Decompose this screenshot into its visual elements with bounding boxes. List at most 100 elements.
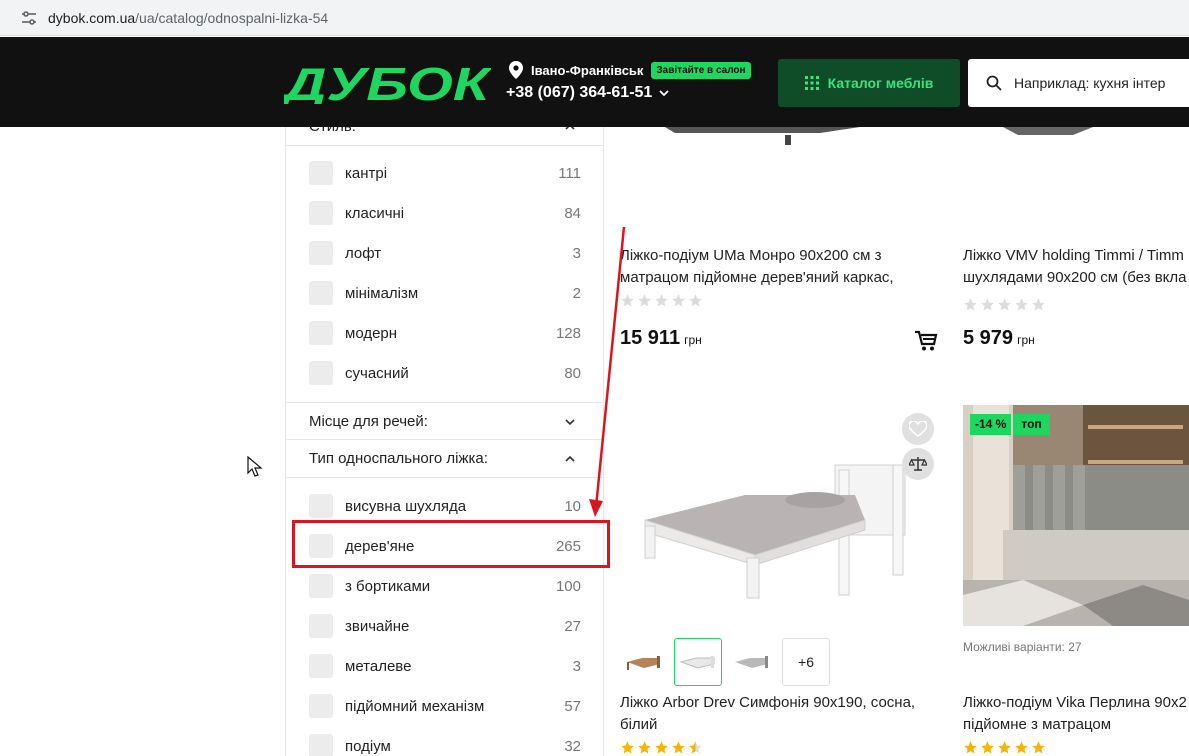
star-empty-icon bbox=[1032, 298, 1045, 311]
star-full-icon bbox=[621, 741, 634, 754]
checkbox[interactable] bbox=[309, 241, 333, 265]
variant-thumb[interactable] bbox=[728, 638, 776, 686]
star-full-icon bbox=[998, 741, 1011, 754]
filter-option-count: 32 bbox=[564, 737, 581, 755]
filter-option-label: кантрі bbox=[345, 164, 388, 182]
filter-option-count: 80 bbox=[564, 364, 581, 382]
filter-option-loft[interactable]: лофт 3 bbox=[309, 240, 581, 266]
checkbox[interactable] bbox=[309, 494, 333, 518]
star-full-icon bbox=[1032, 741, 1045, 754]
product-title-2[interactable]: Ліжко VMV holding Timmi / Timm шухлядами… bbox=[963, 245, 1189, 289]
filter-storage-title: Місце для речей: bbox=[309, 412, 428, 430]
location[interactable]: Івано-Франківськ Завітайте в салон bbox=[509, 60, 751, 80]
variant-thumb[interactable] bbox=[620, 638, 668, 686]
checkbox[interactable] bbox=[309, 281, 333, 305]
checkbox[interactable] bbox=[309, 201, 333, 225]
filter-option-podium[interactable]: подіум 32 bbox=[309, 733, 581, 756]
star-half-icon bbox=[689, 741, 702, 754]
product-title-4[interactable]: Ліжко-подіум Vika Перлина 90x2 підйомне … bbox=[963, 692, 1189, 736]
filter-option-label: подіум bbox=[345, 737, 391, 755]
catalog-button[interactable]: Каталог меблів bbox=[778, 59, 960, 107]
filter-option-count: 100 bbox=[555, 577, 581, 595]
filter-option-with-sides[interactable]: з бортиками 100 bbox=[309, 573, 581, 599]
city-name: Івано-Франківськ bbox=[531, 62, 644, 78]
star-empty-icon bbox=[998, 298, 1011, 311]
filter-option-drawer[interactable]: висувна шухляда 10 bbox=[309, 493, 581, 519]
filter-style-header[interactable]: Стиль: bbox=[286, 127, 603, 146]
filter-option-count: 3 bbox=[572, 244, 581, 262]
compare-button[interactable] bbox=[902, 448, 934, 480]
search-input[interactable] bbox=[1014, 75, 1189, 91]
checkbox[interactable] bbox=[309, 361, 333, 385]
chevron-up-icon bbox=[565, 455, 575, 462]
variant-image bbox=[735, 656, 768, 668]
product-image-1[interactable] bbox=[620, 127, 940, 157]
filter-option-count: 57 bbox=[564, 697, 581, 715]
filter-option-lift-mechanism[interactable]: підйомний механізм 57 bbox=[309, 693, 581, 719]
variant-image bbox=[627, 656, 660, 670]
filter-option-count: 84 bbox=[564, 204, 581, 222]
url-text[interactable]: dybok.com.ua/ua/catalog/odnospalni-lizka… bbox=[48, 10, 328, 26]
more-variants-button[interactable]: +6 bbox=[782, 638, 830, 686]
search-box[interactable] bbox=[968, 59, 1189, 107]
filter-option-label: мінімалізм bbox=[345, 284, 419, 302]
product-title-line: Ліжко-подіум Vika Перлина 90x2 bbox=[963, 694, 1187, 711]
filter-option-regular[interactable]: звичайне 27 bbox=[309, 613, 581, 639]
filter-option-minimalism[interactable]: мінімалізм 2 bbox=[309, 280, 581, 306]
filter-option-classic[interactable]: класичні 84 bbox=[309, 200, 581, 226]
product-title-line: Ліжко Arbor Drev Симфонія 90x190, сосна, bbox=[620, 694, 916, 711]
filter-option-metal[interactable]: металеве 3 bbox=[309, 653, 581, 679]
scales-icon bbox=[909, 457, 927, 471]
filter-option-label: металеве bbox=[345, 657, 412, 675]
star-full-icon bbox=[638, 741, 651, 754]
mouse-cursor-icon bbox=[247, 456, 263, 477]
wishlist-button[interactable] bbox=[902, 413, 934, 445]
price-currency: грн bbox=[684, 333, 702, 347]
star-full-icon bbox=[981, 741, 994, 754]
checkbox[interactable] bbox=[309, 321, 333, 345]
checkbox[interactable] bbox=[309, 614, 333, 638]
filter-option-label: підйомний механізм bbox=[345, 697, 485, 715]
site-settings-icon[interactable] bbox=[20, 9, 38, 27]
star-empty-icon bbox=[981, 298, 994, 311]
variant-thumb-selected[interactable] bbox=[674, 638, 722, 686]
product-badges: -14 % топ bbox=[970, 414, 1050, 435]
filter-option-label: лофт bbox=[345, 244, 382, 262]
phone-number[interactable]: +38 (067) 364-61-51 bbox=[506, 84, 670, 102]
chevron-down-icon bbox=[565, 419, 575, 426]
star-empty-icon bbox=[655, 294, 668, 307]
top-badge: топ bbox=[1013, 414, 1050, 435]
annotation-arrow bbox=[589, 226, 626, 517]
filter-option-label: з бортиками bbox=[345, 577, 431, 595]
product-rating-3 bbox=[620, 740, 703, 755]
catalog-button-label: Каталог меблів bbox=[827, 75, 934, 91]
product-title-line: підйомне з матрацом bbox=[963, 716, 1112, 733]
filter-option-contemporary[interactable]: сучасний 80 bbox=[309, 360, 581, 386]
star-full-icon bbox=[964, 741, 977, 754]
browser-address-bar[interactable]: dybok.com.ua/ua/catalog/odnospalni-lizka… bbox=[0, 0, 1189, 36]
product-image-2[interactable] bbox=[963, 127, 1189, 157]
salon-badge[interactable]: Завітайте в салон bbox=[651, 61, 751, 79]
product-image-4[interactable] bbox=[963, 405, 1189, 626]
product-price-2: 5 979 грн bbox=[963, 327, 1035, 350]
product-title-line: матрацом підйомне дерев'яний каркас, bbox=[620, 269, 894, 286]
product-price-1: 15 911 грн bbox=[620, 327, 702, 350]
checkbox[interactable] bbox=[309, 574, 333, 598]
dubok-logo[interactable]: ДУБОК bbox=[284, 62, 491, 104]
checkbox[interactable] bbox=[309, 734, 333, 756]
product-title-1[interactable]: Ліжко-подіум UMa Монро 90x200 см з матра… bbox=[620, 245, 894, 289]
checkbox[interactable] bbox=[309, 161, 333, 185]
checkbox[interactable] bbox=[309, 654, 333, 678]
filter-bed-type-header[interactable]: Тип односпального ліжка: bbox=[286, 440, 603, 478]
cart-icon[interactable] bbox=[914, 330, 938, 352]
filter-option-country[interactable]: кантрі 111 bbox=[309, 160, 581, 186]
filter-option-modern[interactable]: модерн 128 bbox=[309, 320, 581, 346]
location-pin-icon bbox=[509, 61, 523, 79]
product-image-3[interactable] bbox=[625, 440, 925, 600]
filter-bed-type-title: Тип односпального ліжка: bbox=[309, 450, 488, 467]
product-title-3[interactable]: Ліжко Arbor Drev Симфонія 90x190, сосна,… bbox=[620, 692, 915, 736]
filter-option-label: класичні bbox=[345, 204, 405, 222]
checkbox[interactable] bbox=[309, 694, 333, 718]
filter-storage-header[interactable]: Місце для речей: bbox=[286, 402, 603, 440]
price-currency: грн bbox=[1017, 333, 1035, 347]
